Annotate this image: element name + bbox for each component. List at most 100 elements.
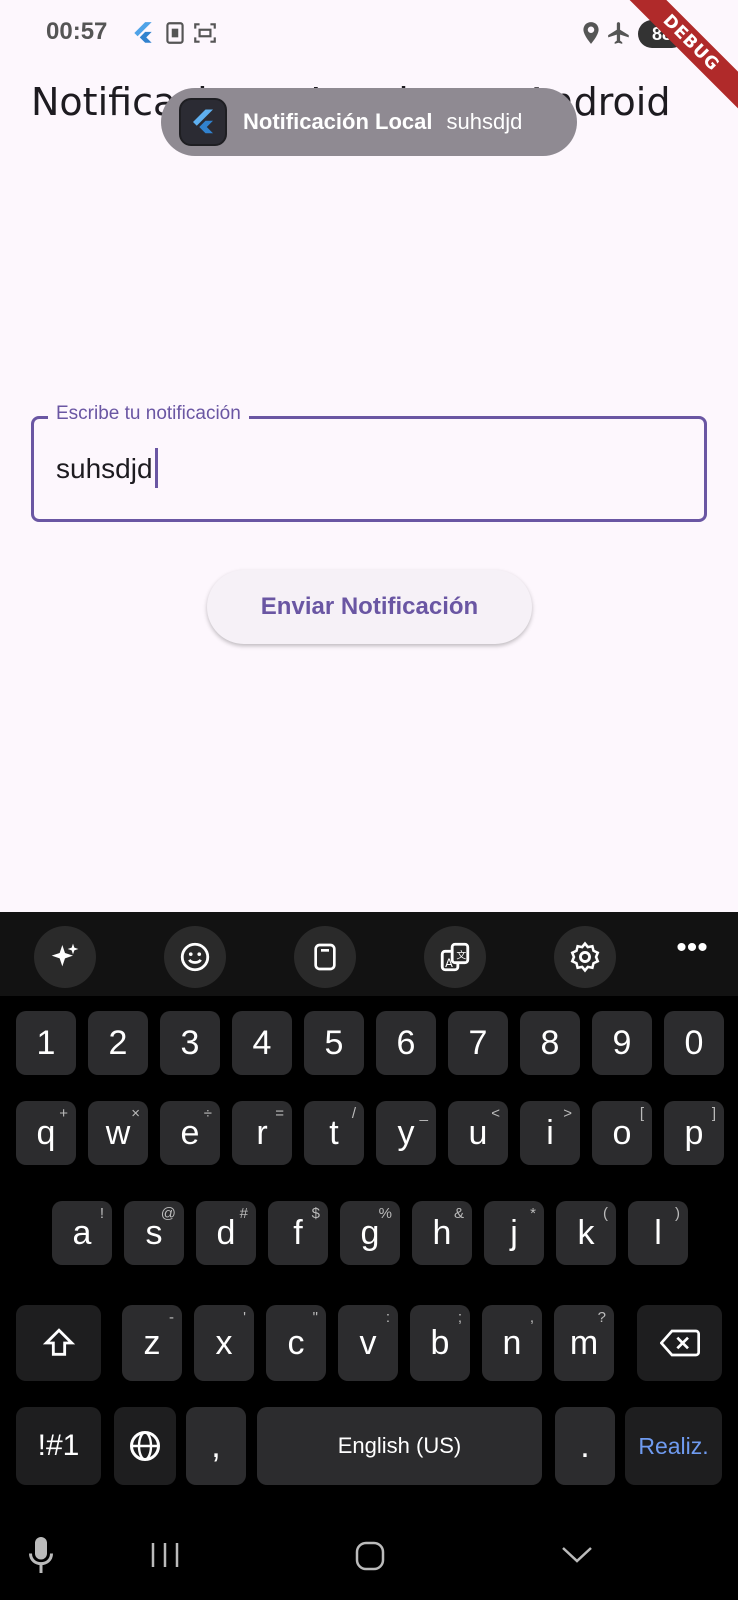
done-key[interactable]: Realiz. [625,1407,722,1485]
symbols-key[interactable]: !#1 [16,1407,101,1485]
key-6[interactable]: 6 [376,1011,436,1075]
input-value: suhsdjd [56,453,153,484]
key-3-label: 3 [180,1023,200,1062]
key-b-secondary: ; [457,1309,462,1326]
notification-text-field[interactable]: Escribe tu notificación suhsdjd [31,403,707,522]
screenshot-icon [194,23,216,43]
key-3[interactable]: 3 [160,1011,220,1075]
key-i[interactable]: i > [520,1101,580,1165]
key-h-secondary: & [453,1205,464,1222]
key-w[interactable]: w × [88,1101,148,1165]
key-2[interactable]: 2 [88,1011,148,1075]
back-icon[interactable] [560,1544,594,1566]
key-r-label: r [256,1113,268,1152]
key-p-secondary: ] [711,1105,716,1122]
key-m[interactable]: m? [554,1305,614,1381]
home-icon[interactable] [354,1540,386,1572]
keyboard-toolbar: A文 ••• [0,912,738,996]
backspace-key[interactable] [637,1305,722,1381]
notification-title: Notificación Local [243,109,433,134]
key-g-secondary: % [378,1205,392,1222]
space-key[interactable]: English (US) [257,1407,542,1485]
translate-icon[interactable]: A文 [424,926,486,988]
heads-up-notification[interactable]: Notificación Local suhsdjd [161,88,577,156]
key-b[interactable]: b; [410,1305,470,1381]
sparkle-icon[interactable] [34,926,96,988]
key-t-secondary: / [351,1105,356,1122]
text-cursor [154,447,158,488]
done-key-label: Realiz. [638,1432,709,1459]
period-key-label: . [580,1426,590,1465]
key-9[interactable]: 9 [592,1011,652,1075]
key-q-label: q [36,1113,56,1152]
flutter-icon [179,98,227,146]
key-x-label: x [215,1323,233,1362]
key-l[interactable]: l) [628,1201,688,1265]
status-time: 00:57 [46,18,108,45]
key-k-secondary: ( [603,1205,608,1222]
emoji-icon[interactable] [164,926,226,988]
microphone-icon[interactable] [26,1534,56,1576]
key-t[interactable]: t / [304,1101,364,1165]
key-n[interactable]: n, [482,1305,542,1381]
key-o-secondary: [ [639,1105,644,1122]
key-9-label: 9 [612,1023,632,1062]
key-8[interactable]: 8 [520,1011,580,1075]
space-key-label: English (US) [337,1433,462,1458]
key-f[interactable]: f $ [268,1201,328,1265]
key-e-secondary: ÷ [203,1105,212,1122]
key-s[interactable]: s @ [124,1201,184,1265]
key-c-label: c [287,1323,305,1362]
key-h[interactable]: h & [412,1201,472,1265]
battery-level: 88 [651,23,673,44]
key-a-secondary: ! [99,1205,104,1222]
key-5[interactable]: 5 [304,1011,364,1075]
key-q[interactable]: q + [16,1101,76,1165]
key-p[interactable]: p] [664,1101,724,1165]
clipboard-icon[interactable] [294,926,356,988]
key-g[interactable]: g% [340,1201,400,1265]
key-h-label: h [432,1213,452,1252]
key-0[interactable]: 0 [664,1011,724,1075]
comma-key[interactable]: , [186,1407,246,1485]
shift-icon [42,1328,75,1356]
key-f-secondary: $ [311,1205,320,1222]
airplane-icon [608,22,629,44]
notification-body: suhsdjd [446,109,523,134]
key-o[interactable]: o[ [592,1101,652,1165]
key-u-label: u [468,1113,488,1152]
shift-key[interactable] [16,1305,101,1381]
key-o-label: o [612,1113,632,1152]
send-notification-button[interactable]: Enviar Notificación [207,570,532,644]
key-d[interactable]: d # [196,1201,256,1265]
key-x[interactable]: x ' [194,1305,254,1381]
more-icon[interactable]: ••• [664,933,720,974]
key-y[interactable]: y _ [376,1101,436,1165]
key-e[interactable]: e ÷ [160,1101,220,1165]
period-key[interactable]: . [555,1407,615,1485]
key-7-label: 7 [468,1023,488,1062]
settings-icon[interactable] [554,926,616,988]
key-7[interactable]: 7 [448,1011,508,1075]
key-k-label: k [577,1213,595,1252]
key-8-label: 8 [540,1023,560,1062]
sim-card-icon [166,22,184,44]
key-v[interactable]: v: [338,1305,398,1381]
key-c[interactable]: c " [266,1305,326,1381]
key-a[interactable]: a! [52,1201,112,1265]
key-4[interactable]: 4 [232,1011,292,1075]
language-key[interactable] [114,1407,176,1485]
key-r-secondary: = [275,1105,284,1122]
notification-input[interactable]: suhsdjd [56,447,158,488]
svg-text:A: A [445,956,453,970]
key-f-label: f [293,1213,303,1252]
key-z[interactable]: z- [122,1305,182,1381]
key-1[interactable]: 1 [16,1011,76,1075]
key-u[interactable]: u < [448,1101,508,1165]
soft-keyboard: A文 ••• 1 2 3 4 5 6 7 8 9 0 q + w × e ÷ r = t / y _ u < i > o[p] a! s… [0,912,738,1600]
key-x-secondary: ' [243,1309,246,1326]
key-r[interactable]: r = [232,1101,292,1165]
key-j[interactable]: j * [484,1201,544,1265]
recents-icon[interactable] [148,1540,182,1570]
key-k[interactable]: k( [556,1201,616,1265]
